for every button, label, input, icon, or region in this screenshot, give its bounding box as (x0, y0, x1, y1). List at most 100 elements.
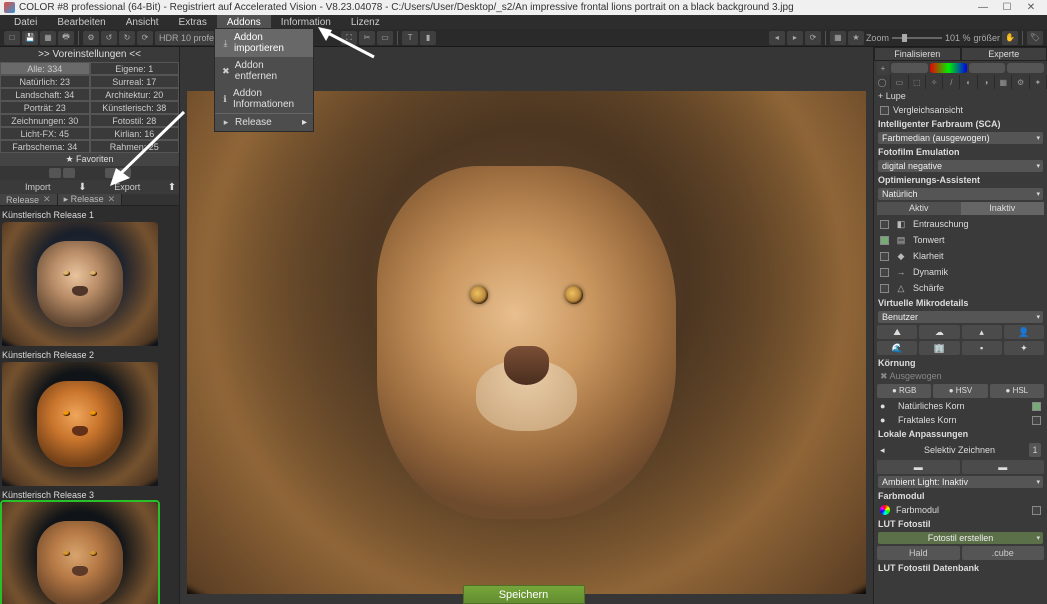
toolbar-settings-button[interactable]: ⚙ (83, 31, 99, 45)
addon-menu-release[interactable]: ▸Release▸ (215, 113, 313, 131)
filter-cell[interactable]: Zeichnungen: 30 (0, 114, 90, 127)
toolbar-text-button[interactable]: T (402, 31, 418, 45)
opt-combo[interactable]: Natürlich (878, 188, 1043, 200)
favorites-header[interactable]: ★ Favoriten (0, 153, 179, 166)
window-minimize-button[interactable]: — (971, 1, 995, 14)
preset-thumb[interactable] (2, 502, 158, 604)
toolbar-hand-icon[interactable]: ✋ (1002, 31, 1018, 45)
toolbar-next-button[interactable]: ▸ (787, 31, 803, 45)
korn-natürliches-korn[interactable]: ●Natürliches Korn (874, 399, 1047, 413)
filter-cell[interactable]: Landschaft: 34 (0, 88, 90, 101)
right-tool-2[interactable]: ⬚ (909, 75, 926, 89)
pill-4[interactable] (1007, 63, 1044, 73)
preset-list[interactable]: Künstlerisch Release 1Künstlerisch Relea… (0, 206, 179, 604)
lut-hald-button[interactable]: Hald (877, 546, 960, 560)
right-tool-7[interactable]: ▦ (995, 75, 1012, 89)
layer-btn-2[interactable]: ▬ (962, 460, 1045, 474)
right-tool-9[interactable]: ✦ (1030, 75, 1047, 89)
menu-ansicht[interactable]: Ansicht (116, 15, 169, 29)
farbmodul-item[interactable]: Farbmodul (896, 505, 939, 515)
export-button[interactable]: Export (90, 182, 166, 192)
window-maximize-button[interactable]: ☐ (995, 1, 1019, 14)
right-tool-5[interactable]: ◐ (960, 75, 977, 89)
zoom-control[interactable]: Zoom 101 % größer (866, 33, 1000, 43)
pill-1[interactable] (891, 63, 928, 73)
import-button[interactable]: Import (0, 182, 76, 192)
pill-3[interactable] (969, 63, 1006, 73)
vergleich-checkbox[interactable] (880, 106, 889, 115)
addon-menu-addon-entfernen[interactable]: ✖Addon entfernen (215, 57, 313, 85)
selektiv-n[interactable]: 1 (1029, 443, 1041, 457)
zoom-slider[interactable] (892, 37, 942, 39)
filter-cell[interactable]: Rahmen: 25 (90, 140, 180, 153)
opt-row-klarheit[interactable]: ◆Klarheit (874, 248, 1047, 264)
opt-row-entrauschung[interactable]: ◧Entrauschung (874, 216, 1047, 232)
filter-cell[interactable]: Surreal: 17 (90, 75, 180, 88)
split-active[interactable]: Aktiv (877, 202, 961, 215)
lupe-head[interactable]: + Lupe (874, 89, 1047, 103)
toolbar-redo-button[interactable]: ↻ (119, 31, 135, 45)
window-close-button[interactable]: ✕ (1019, 1, 1043, 14)
split-inactive[interactable]: Inaktiv (961, 202, 1045, 215)
colorspace-rgb[interactable]: RGB (877, 384, 931, 398)
right-tool-8[interactable]: ⚙ (1012, 75, 1029, 89)
right-tool-3[interactable]: ✧ (926, 75, 943, 89)
save-button[interactable]: Speichern (463, 585, 585, 604)
filter-cell[interactable]: Kirlian: 16 (90, 127, 180, 140)
opt-row-tonwert[interactable]: ▤Tonwert (874, 232, 1047, 248)
preset-item[interactable]: Künstlerisch Release 3 (2, 488, 177, 604)
toolbar-ratio-button[interactable]: ▭ (377, 31, 393, 45)
toolbar-reload-button[interactable]: ⟳ (137, 31, 153, 45)
toolbar-print-button[interactable]: 🖶 (58, 31, 74, 45)
filter-cell[interactable]: Künstlerisch: 38 (90, 101, 180, 114)
filter-cell[interactable]: Architektur: 20 (90, 88, 180, 101)
opt-row-schärfe[interactable]: △Schärfe (874, 280, 1047, 296)
menu-addons[interactable]: Addons (217, 15, 271, 29)
tab-finalize[interactable]: Finalisieren (874, 47, 961, 61)
toolbar-grid-icon[interactable]: ▦ (830, 31, 846, 45)
preset-thumb[interactable] (2, 222, 158, 346)
filter-cell[interactable]: Farbschema: 34 (0, 140, 90, 153)
right-tool-0[interactable]: ◯ (874, 75, 891, 89)
lut-create-button[interactable]: Fotostil erstellen (878, 532, 1043, 544)
ambient-combo[interactable]: Ambient Light: Inaktiv (878, 476, 1043, 488)
toolbar-new-button[interactable]: □ (4, 31, 20, 45)
film-combo[interactable]: digital negative (878, 160, 1043, 172)
lut-cube-button[interactable]: .cube (962, 546, 1045, 560)
opt-check[interactable] (880, 236, 889, 245)
menu-information[interactable]: Information (271, 15, 341, 29)
selektiv-label[interactable]: Selektiv Zeichnen (894, 445, 1025, 455)
toolbar-refresh-button[interactable]: ⟳ (805, 31, 821, 45)
addon-menu-addon-informationen[interactable]: ℹAddon Informationen (215, 85, 313, 113)
menu-extras[interactable]: Extras (169, 15, 217, 29)
add-plus-button[interactable]: + (877, 61, 889, 75)
menu-bearbeiten[interactable]: Bearbeiten (47, 15, 115, 29)
addons-dropdown[interactable]: ⤓Addon importieren✖Addon entfernenℹAddon… (214, 28, 314, 132)
colorspace-hsv[interactable]: HSV (933, 384, 987, 398)
toolbar-hist-button[interactable]: ▮ (420, 31, 436, 45)
filter-cell[interactable]: Eigene: 1 (90, 62, 180, 75)
right-tool-6[interactable]: ◑ (978, 75, 995, 89)
pill-color[interactable] (930, 63, 967, 73)
toolbar-crop-button[interactable]: ✂ (359, 31, 375, 45)
import-icon[interactable]: ⬇ (76, 182, 90, 193)
sca-combo[interactable]: Farbmedian (ausgewogen) (878, 132, 1043, 144)
colorspace-hsl[interactable]: HSL (990, 384, 1044, 398)
vm-combo[interactable]: Benutzer (878, 311, 1043, 323)
preset-item[interactable]: Künstlerisch Release 1 (2, 208, 177, 346)
right-tool-4[interactable]: / (943, 75, 960, 89)
filter-cell[interactable]: Licht-FX: 45 (0, 127, 90, 140)
layer-btn-1[interactable]: ▬ (877, 460, 960, 474)
preset-item[interactable]: Künstlerisch Release 2 (2, 348, 177, 486)
toolbar-tag-icon[interactable]: 🏷 (1027, 31, 1043, 45)
right-tool-1[interactable]: ▭ (891, 75, 908, 89)
farbmodul-chk[interactable] (1032, 506, 1041, 515)
preset-tab-0[interactable]: Release ✕ (0, 194, 58, 205)
preset-tab-1[interactable]: ▸ Release ✕ (58, 194, 123, 205)
toolbar-star-icon[interactable]: ★ (848, 31, 864, 45)
export-icon[interactable]: ⬆ (165, 182, 179, 193)
addon-menu-addon-importieren[interactable]: ⤓Addon importieren (215, 29, 313, 57)
filter-cell[interactable]: Alle: 334 (0, 62, 90, 75)
korn-fraktales-korn[interactable]: ●Fraktales Korn (874, 413, 1047, 427)
opt-check[interactable] (880, 252, 889, 261)
